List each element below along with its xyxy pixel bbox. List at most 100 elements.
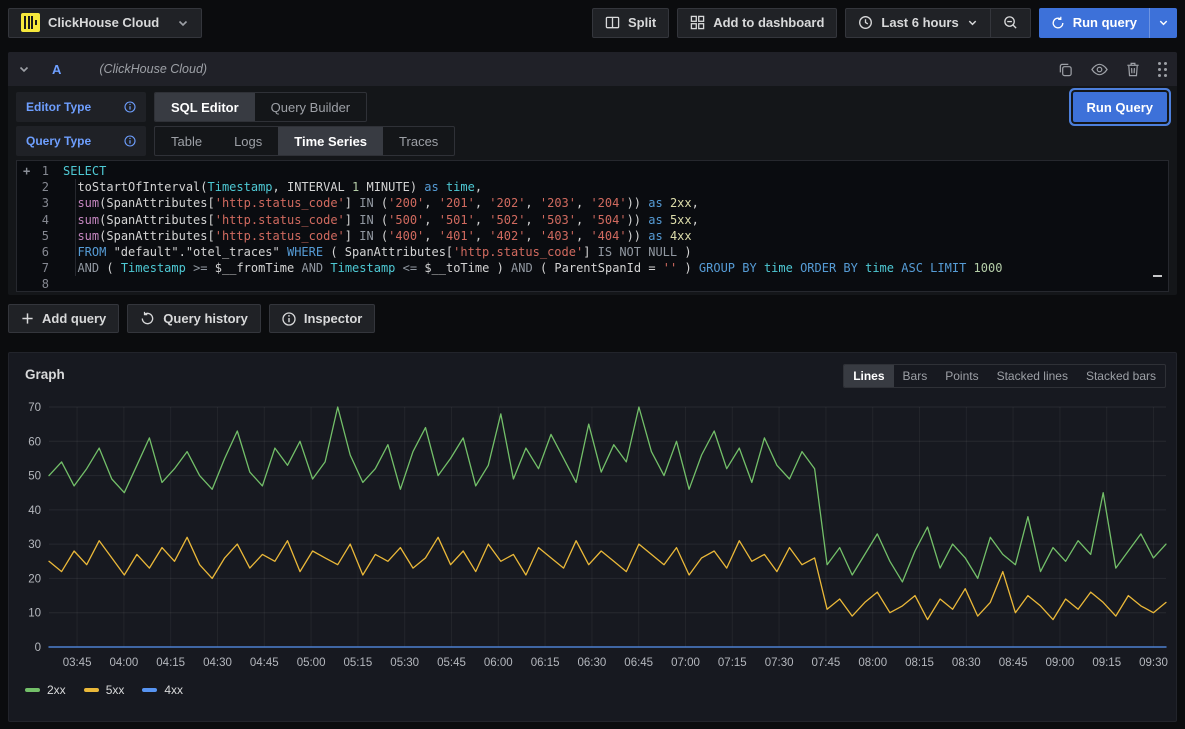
x-tick-label: 05:30 [390,657,419,669]
y-tick-label: 40 [28,505,41,517]
delete-query-icon[interactable] [1126,62,1140,77]
editor-cursor [1153,275,1162,277]
run-query-panel-button[interactable]: Run Query [1073,92,1167,122]
x-tick-label: 09:30 [1139,657,1168,669]
y-tick-label: 20 [28,573,41,585]
x-tick-label: 05:45 [437,657,466,669]
x-tick-label: 06:15 [531,657,560,669]
graph-mode-toggle: LinesBarsPointsStacked linesStacked bars [843,364,1166,388]
query-datasource-hint: (ClickHouse Cloud) [99,62,207,76]
hide-response-eye-icon[interactable] [1091,63,1108,76]
legend-item-4xx[interactable]: 4xx [142,683,183,697]
code-line-2: 2 toStartOfInterval(Timestamp, INTERVAL … [17,179,1168,195]
drag-handle-icon[interactable] [1158,62,1167,77]
chevron-down-icon [1158,17,1169,28]
plus-icon [21,312,34,325]
option-query-builder[interactable]: Query Builder [255,93,366,121]
add-to-dashboard-label: Add to dashboard [713,15,824,30]
add-query-label: Add query [42,311,106,326]
x-tick-label: 08:15 [905,657,934,669]
clock-icon [858,15,873,30]
info-circle-icon[interactable] [124,101,136,113]
top-bar: ClickHouse Cloud Split Add to dashboard … [0,0,1185,45]
editor-type-label-box: Editor Type [16,92,146,122]
y-tick-label: 10 [28,608,41,620]
x-tick-label: 04:15 [156,657,185,669]
option-stacked-bars[interactable]: Stacked bars [1077,365,1165,387]
editor-type-label: Editor Type [26,100,91,114]
graph-panel: Graph LinesBarsPointsStacked linesStacke… [8,352,1177,722]
x-tick-label: 03:45 [63,657,92,669]
collapse-chevron-icon[interactable] [18,63,30,75]
option-traces[interactable]: Traces [383,127,454,155]
query-type-label: Query Type [26,134,91,148]
x-tick-label: 07:15 [718,657,747,669]
split-button[interactable]: Split [592,8,669,38]
x-tick-label: 08:45 [999,657,1028,669]
code-line-6: 6 FROM "default"."otel_traces" WHERE ( S… [17,244,1168,260]
info-circle-icon [282,312,296,326]
query-history-button[interactable]: Query history [127,304,261,333]
x-tick-label: 06:45 [624,657,653,669]
inspector-label: Inspector [304,311,363,326]
option-stacked-lines[interactable]: Stacked lines [988,365,1077,387]
code-line-1: 1+SELECT [17,163,1168,179]
x-tick-label: 08:30 [952,657,981,669]
query-type-label-box: Query Type [16,126,146,156]
duplicate-query-icon[interactable] [1058,62,1073,77]
x-tick-label: 05:00 [297,657,326,669]
chevron-down-icon [177,17,189,29]
datasource-label: ClickHouse Cloud [48,15,159,30]
time-range-label: Last 6 hours [881,15,958,30]
x-tick-label: 05:15 [344,657,373,669]
run-query-dropdown[interactable] [1149,8,1177,38]
query-ref-id[interactable]: A [52,62,61,77]
option-sql-editor[interactable]: SQL Editor [155,93,255,121]
inspector-button[interactable]: Inspector [269,304,376,333]
chart-svg: 01020304050607003:4504:0004:1504:3004:45… [15,395,1172,673]
legend-swatch-4xx [142,688,157,692]
query-history-label: Query history [163,311,248,326]
x-tick-label: 04:45 [250,657,279,669]
datasource-picker[interactable]: ClickHouse Cloud [8,8,202,38]
y-tick-label: 30 [28,539,41,551]
query-header: A (ClickHouse Cloud) [8,52,1177,86]
editor-type-toggle: SQL EditorQuery Builder [154,92,367,122]
option-table[interactable]: Table [155,127,218,155]
x-tick-label: 06:00 [484,657,513,669]
option-time-series[interactable]: Time Series [278,127,383,155]
y-tick-label: 50 [28,471,41,483]
graph-panel-title: Graph [25,367,65,382]
legend-swatch-2xx [25,688,40,692]
add-query-button[interactable]: Add query [8,304,119,333]
legend-label: 5xx [106,683,125,697]
refresh-icon [1051,16,1065,30]
code-line-7: 7 AND ( Timestamp >= $__fromTime AND Tim… [17,260,1168,276]
x-tick-label: 09:00 [1046,657,1075,669]
option-logs[interactable]: Logs [218,127,278,155]
add-to-dashboard-button[interactable]: Add to dashboard [677,8,837,38]
option-lines[interactable]: Lines [844,365,893,387]
sql-code-editor[interactable]: 1+SELECT2 toStartOfInterval(Timestamp, I… [16,160,1169,292]
clickhouse-logo-icon [21,13,40,32]
code-line-8: 8 [17,276,1168,292]
y-tick-label: 0 [35,642,41,654]
time-range-picker[interactable]: Last 6 hours [846,9,989,37]
code-line-5: 5 sum(SpanAttributes['http.status_code']… [17,228,1168,244]
timeseries-chart[interactable]: 01020304050607003:4504:0004:1504:3004:45… [15,395,1172,673]
zoom-out-icon [1003,15,1018,30]
zoom-out-time-button[interactable] [990,9,1030,37]
legend-swatch-5xx [84,688,99,692]
chart-legend: 2xx 5xx 4xx [25,683,183,697]
query-editor-card: A (ClickHouse Cloud) Editor Type SQL Edi… [8,52,1177,295]
code-line-3: 3 sum(SpanAttributes['http.status_code']… [17,195,1168,211]
x-tick-label: 07:45 [812,657,841,669]
option-bars[interactable]: Bars [894,365,937,387]
info-circle-icon[interactable] [124,135,136,147]
x-tick-label: 06:30 [578,657,607,669]
legend-item-5xx[interactable]: 5xx [84,683,125,697]
option-points[interactable]: Points [936,365,987,387]
legend-item-2xx[interactable]: 2xx [25,683,66,697]
x-tick-label: 09:15 [1092,657,1121,669]
run-query-button[interactable]: Run query [1039,8,1149,38]
